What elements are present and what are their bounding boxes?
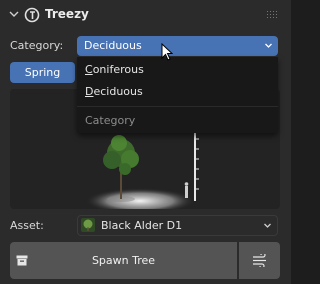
season-button-spring[interactable]: Spring: [10, 62, 75, 83]
menu-item-coniferous[interactable]: Coniferous: [77, 59, 278, 79]
category-label: Category:: [10, 39, 64, 52]
treezy-panel: Treezy Category: Deciduous Spring Asset:…: [0, 0, 291, 284]
asset-selected-value: Black Alder D1: [101, 219, 183, 232]
panel-title: Treezy: [45, 7, 89, 21]
asset-dropdown[interactable]: Black Alder D1: [77, 215, 278, 236]
menu-heading: Category: [85, 114, 136, 127]
menu-item-deciduous[interactable]: Deciduous: [77, 81, 278, 101]
menu-item-label: Deciduous: [85, 85, 143, 98]
mouse-cursor-icon: [161, 43, 173, 61]
category-selected-value: Deciduous: [84, 39, 142, 52]
treezy-logo-icon: [24, 7, 40, 23]
asset-label: Asset:: [10, 219, 44, 232]
spawn-tree-label: Spawn Tree: [91, 254, 156, 267]
wind-settings-icon: [253, 254, 266, 267]
spawn-tree-button[interactable]: Spawn Tree: [10, 242, 237, 279]
menu-separator: [77, 106, 278, 107]
menu-item-label: Coniferous: [85, 63, 144, 76]
chevron-down-icon: [264, 223, 271, 228]
panel-header[interactable]: Treezy: [0, 0, 291, 30]
asset-thumbnail: [81, 218, 95, 232]
spawn-row: Spawn Tree: [10, 242, 280, 279]
wind-settings-button[interactable]: [239, 242, 280, 279]
category-dropdown-menu: Coniferous Deciduous Category: [77, 57, 278, 133]
chevron-down-icon: [265, 43, 272, 48]
drag-handle-icon[interactable]: [267, 11, 279, 19]
tree-thumbnail-icon: [83, 219, 93, 231]
category-dropdown[interactable]: Deciduous: [77, 36, 278, 56]
chevron-down-icon[interactable]: [8, 8, 20, 20]
tree-preview-image: [85, 133, 199, 209]
